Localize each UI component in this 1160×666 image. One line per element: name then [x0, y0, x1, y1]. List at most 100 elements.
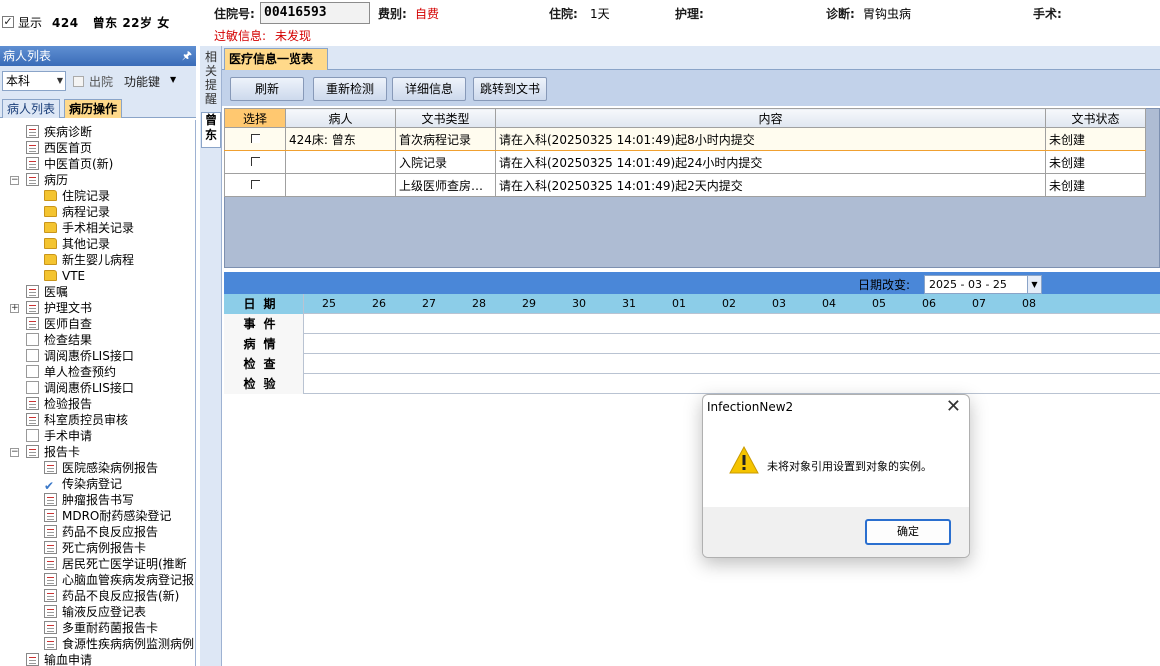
checkbox-icon[interactable] [250, 180, 260, 189]
tree-item-qc-review[interactable]: 科室质控员审核 [0, 412, 195, 428]
patient-list-toolbar: 本科 ▼ 出院 功能键 ▼ [0, 66, 196, 96]
discharged-label: 出院 [89, 75, 114, 89]
tab-related-reminder[interactable]: 相关提醒 [202, 50, 220, 106]
tree-item-tcm-home[interactable]: 中医首页(新) [0, 156, 195, 172]
close-icon[interactable]: ✕ [946, 396, 961, 417]
document-icon [44, 509, 57, 522]
date-picker[interactable]: 2025 - 03 - 25 ▼ [924, 275, 1042, 294]
tree-item-orders[interactable]: 医嘱 [0, 284, 195, 300]
row-select-checkbox[interactable] [224, 150, 286, 174]
patient-list-header: 病人列表 🖈 [0, 46, 196, 66]
tree-item-exam-results[interactable]: 检查结果 [0, 332, 195, 348]
chevron-down-icon[interactable]: ▼ [57, 72, 63, 90]
tree-item-lis-interface-2[interactable]: 调阅惠侨LIS接口 [0, 380, 195, 396]
document-icon [44, 525, 57, 538]
collapse-icon[interactable]: − [10, 176, 19, 185]
tab-medical-info-overview[interactable]: 医疗信息一览表 [224, 48, 329, 70]
jump-to-document-button[interactable]: 跳转到文书 [473, 77, 547, 101]
tree-item-death-report[interactable]: 死亡病例报告卡 [0, 540, 195, 556]
collapse-icon[interactable]: − [10, 448, 19, 457]
document-icon [44, 573, 57, 586]
recheck-button[interactable]: 重新检测 [313, 77, 387, 101]
tree-item-single-exam-booking[interactable]: 单人检查预约 [0, 364, 195, 380]
patient-summary: ✓ 显示 424 曾东 22岁 女 [0, 0, 200, 46]
page-icon [26, 381, 39, 394]
tree-item-disease-diagnosis[interactable]: 疾病诊断 [0, 124, 195, 140]
column-status[interactable]: 文书状态 [1045, 108, 1146, 128]
row-label-event: 事件 [224, 314, 304, 334]
tree-item-tumor-report[interactable]: 肿瘤报告书写 [0, 492, 195, 508]
table-row[interactable]: 入院记录 请在入科(20250325 14:01:49)起24小时内提交 未创建 [224, 150, 1146, 174]
page-icon [26, 365, 39, 378]
row-select-checkbox[interactable] [224, 173, 286, 197]
ok-button[interactable]: 确定 [865, 519, 951, 545]
tree-item-other-record[interactable]: 其他记录 [0, 236, 195, 252]
tree-item-lab-report[interactable]: 检验报告 [0, 396, 195, 412]
detail-button[interactable]: 详细信息 [392, 77, 466, 101]
tree-item-adr-report[interactable]: 药品不良反应报告 [0, 524, 195, 540]
column-doc-type[interactable]: 文书类型 [395, 108, 496, 128]
expand-icon[interactable]: + [10, 304, 19, 313]
folder-icon [44, 222, 57, 233]
tree-item-report-card[interactable]: − 报告卡 [0, 444, 195, 460]
tree-item-adr-report-new[interactable]: 药品不良反应报告(新) [0, 588, 195, 604]
tree-item-admission-record[interactable]: 住院记录 [0, 188, 195, 204]
row-select-checkbox[interactable] [224, 127, 286, 151]
show-label: 显示 [18, 16, 43, 30]
pin-icon[interactable]: 🖈 [182, 46, 192, 66]
tree-item-nursing-docs[interactable]: + 护理文书 [0, 300, 195, 316]
tree-item-infectious-disease[interactable]: ✔ 传染病登记 [0, 476, 195, 492]
tree-item-infusion-reaction[interactable]: 输液反应登记表 [0, 604, 195, 620]
timeline-day: 31 [622, 297, 636, 310]
timeline-day: 04 [822, 297, 836, 310]
tree-item-newborn-record[interactable]: 新生婴儿病程 [0, 252, 195, 268]
show-checkbox[interactable]: ✓ [2, 16, 14, 28]
tab-record-operations[interactable]: 病历操作 [64, 99, 123, 118]
tree-item-surgery-record[interactable]: 手术相关记录 [0, 220, 195, 236]
folder-icon [44, 206, 57, 217]
refresh-button[interactable]: 刷新 [230, 77, 304, 101]
tree-item-transfusion[interactable]: 输血申请 [0, 652, 195, 666]
chevron-down-icon[interactable]: ▼ [1027, 276, 1041, 293]
admission-no-field[interactable]: 00416593 [260, 2, 370, 24]
column-content[interactable]: 内容 [495, 108, 1046, 128]
tree-item-mdro[interactable]: MDRO耐药感染登记 [0, 508, 195, 524]
magnifier-icon [26, 333, 39, 346]
timeline-day: 03 [772, 297, 786, 310]
tree-item-medical-record[interactable]: − 病历 [0, 172, 195, 188]
tree-item-surgery-request[interactable]: 手术申请 [0, 428, 195, 444]
diagnosis-label: 诊断: [826, 7, 855, 21]
column-patient[interactable]: 病人 [285, 108, 396, 128]
checkbox-icon[interactable] [250, 134, 260, 143]
admission-no-label: 住院号: [214, 7, 255, 21]
tree-item-mdr-card[interactable]: 多重耐药菌报告卡 [0, 620, 195, 636]
column-select[interactable]: 选择 [224, 108, 286, 128]
tree-item-cardio-report[interactable]: 心脑血管疾病发病登记报 [0, 572, 195, 588]
checkbox-icon[interactable] [250, 157, 260, 166]
cell-content: 请在入科(20250325 14:01:49)起24小时内提交 [495, 150, 1046, 174]
table-row[interactable]: 上级医师查房… 请在入科(20250325 14:01:49)起2天内提交 未创… [224, 173, 1146, 197]
tree-item-infection-report[interactable]: 医院感染病例报告 [0, 460, 195, 476]
row-label-lab: 检验 [224, 374, 304, 394]
stay-value: 1天 [590, 7, 610, 21]
function-key-menu[interactable]: 功能键 [124, 73, 160, 90]
tree-item-western-home[interactable]: 西医首页 [0, 140, 195, 156]
table-row[interactable]: 424床: 曾东 首次病程记录 请在入科(20250325 14:01:49)起… [224, 127, 1146, 151]
tree-item-death-certificate[interactable]: 居民死亡医学证明(推断 [0, 556, 195, 572]
tree-item-vte[interactable]: VTE [0, 268, 195, 284]
dialog-body: 未将对象引用设置到对象的实例。 [703, 425, 969, 507]
department-select[interactable]: 本科 ▼ [2, 71, 66, 91]
chevron-down-icon[interactable]: ▼ [170, 75, 176, 84]
tree-item-self-check[interactable]: 医师自查 [0, 316, 195, 332]
tree-item-progress-record[interactable]: 病程记录 [0, 204, 195, 220]
department-value: 本科 [6, 74, 31, 88]
row-label-condition: 病情 [224, 334, 304, 354]
discharged-checkbox[interactable] [73, 76, 84, 87]
tab-patient-list[interactable]: 病人列表 [2, 99, 61, 118]
left-tabs: 病人列表 病历操作 [0, 96, 196, 118]
cell-content: 请在入科(20250325 14:01:49)起8小时内提交 [495, 127, 1046, 151]
tree-item-foodborne[interactable]: 食源性疾病病例监测病例 [0, 636, 195, 652]
tree-item-lis-interface[interactable]: 调阅惠侨LIS接口 [0, 348, 195, 364]
allergy-label: 过敏信息: [214, 29, 267, 43]
tab-patient[interactable]: 曾东 [201, 112, 221, 148]
